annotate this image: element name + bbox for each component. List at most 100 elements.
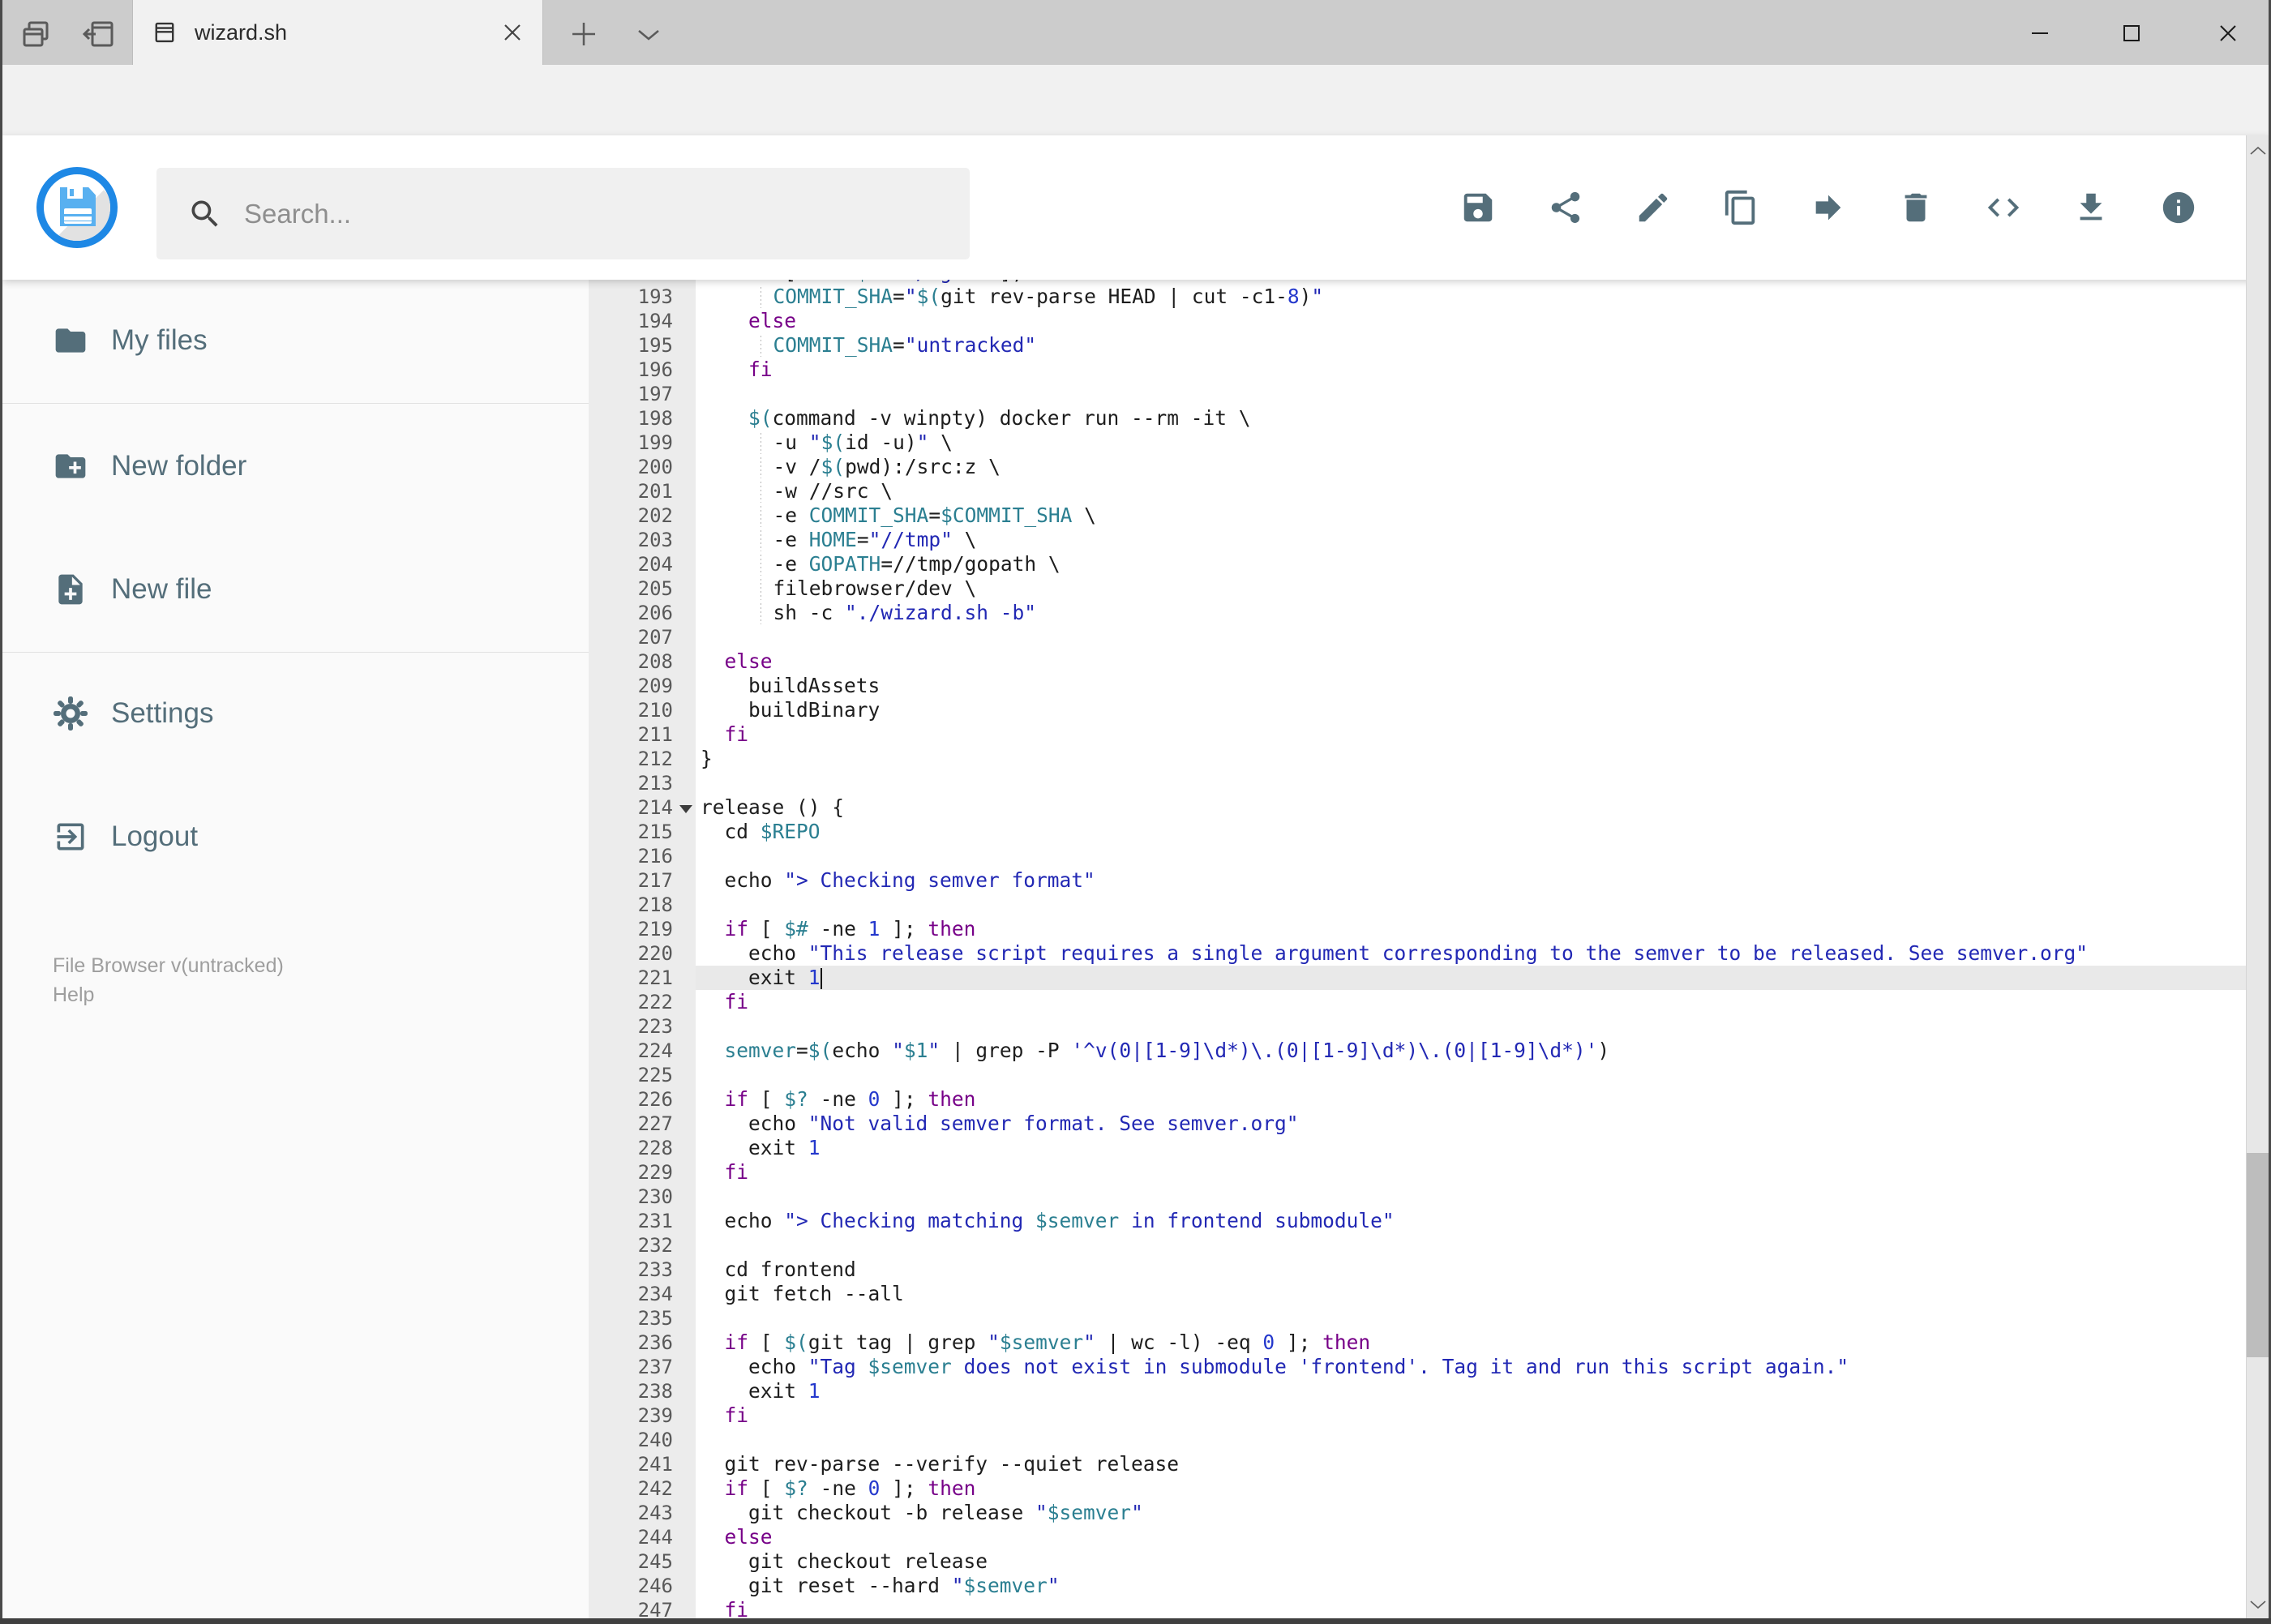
line-number: 222 (589, 990, 696, 1014)
line-number: 229 (589, 1160, 696, 1185)
line-number: 207 (589, 625, 696, 649)
line-number: 221 (589, 966, 696, 990)
line-number: 224 (589, 1039, 696, 1063)
new-file-icon (53, 572, 88, 607)
line-number: 233 (589, 1258, 696, 1282)
line-number: 231 (589, 1209, 696, 1233)
code-view-button[interactable] (1985, 189, 2022, 226)
filebrowser-logo[interactable] (36, 167, 118, 248)
download-button[interactable] (2072, 189, 2110, 226)
code-line: 240 (589, 1428, 2246, 1452)
code-line: 212} (589, 747, 2246, 771)
code-line: 227 echo "Not valid semver format. See s… (589, 1112, 2246, 1136)
fold-arrow-icon[interactable] (679, 805, 692, 813)
help-link[interactable]: Help (53, 983, 94, 1007)
info-button[interactable] (2160, 189, 2197, 226)
code-line-text: echo "> Checking matching $semver in fro… (724, 1209, 1395, 1232)
code-line: 246 git reset --hard "$semver" (589, 1574, 2246, 1598)
text-cursor (820, 968, 822, 989)
copy-button[interactable] (1722, 189, 1759, 226)
tab-list-chevron-icon[interactable] (632, 21, 665, 49)
sidebar-item-new-file[interactable]: New file (2, 545, 589, 634)
line-number: 216 (589, 844, 696, 868)
scroll-down-icon[interactable] (2247, 1592, 2269, 1617)
scrollbar-thumb[interactable] (2247, 1153, 2269, 1357)
line-number: 244 (589, 1525, 696, 1549)
line-number: 234 (589, 1282, 696, 1306)
code-line: 193 COMMIT_SHA="$(git rev-parse HEAD | c… (589, 285, 2246, 309)
code-line: 219 if [ $# -ne 1 ]; then (589, 917, 2246, 941)
tab-close-icon[interactable] (500, 20, 525, 45)
code-line-text: else (724, 1525, 773, 1549)
code-line-text: fi (724, 1160, 749, 1184)
line-number: 245 (589, 1549, 696, 1574)
code-line-text: release () { (701, 795, 845, 819)
delete-button[interactable] (1897, 189, 1935, 226)
line-number: 230 (589, 1185, 696, 1209)
sidebar-item-label: New folder (111, 450, 247, 482)
scroll-up-icon[interactable] (2247, 139, 2269, 163)
edit-button[interactable] (1635, 189, 1672, 226)
code-line: 218 (589, 893, 2246, 917)
sidebar-item-label: Settings (111, 697, 214, 729)
line-number: 219 (589, 917, 696, 941)
sidebar-item-my-files[interactable]: My files (2, 296, 589, 385)
code-line: 199 -u "$(id -u)" \ (589, 431, 2246, 455)
code-line: 225 (589, 1063, 2246, 1087)
save-button[interactable] (1459, 189, 1497, 226)
page-scrollbar[interactable] (2246, 135, 2269, 1618)
code-line: 207 (589, 625, 2246, 649)
code-line-text: fi (724, 722, 749, 746)
code-line: 242 if [ $? -ne 0 ]; then (589, 1476, 2246, 1501)
line-number: 223 (589, 1014, 696, 1039)
code-line: 234 git fetch --all (589, 1282, 2246, 1306)
tab-wizard-sh[interactable]: wizard.sh (132, 0, 543, 65)
line-number: 247 (589, 1598, 696, 1618)
code-editor[interactable]: 192 if [ -d "$REPO/.git" ]; then193 COMM… (589, 280, 2246, 1618)
code-line-text: -e COMMIT_SHA=$COMMIT_SHA \ (696, 503, 2246, 528)
app-version-text: File Browser v(untracked) (53, 954, 284, 977)
window-border-bottom (0, 1618, 2271, 1624)
tab-preview-icon[interactable] (19, 16, 55, 52)
code-line: 229 fi (589, 1160, 2246, 1185)
close-button[interactable] (2192, 15, 2265, 52)
sidebar-item-label: Logout (111, 821, 199, 852)
code-line-text: exit 1 (748, 1379, 821, 1403)
sidebar-item-new-folder[interactable]: New folder (2, 422, 589, 511)
code-line: 208 else (589, 649, 2246, 674)
line-number: 203 (589, 528, 696, 552)
new-tab-icon[interactable] (568, 18, 600, 50)
code-line: 235 (589, 1306, 2246, 1330)
code-line: 197 (589, 382, 2246, 406)
set-tabs-aside-icon[interactable] (81, 16, 117, 52)
code-line-text (696, 1063, 2246, 1087)
code-line: 243 git checkout -b release "$semver" (589, 1501, 2246, 1525)
code-line-text (696, 625, 2246, 649)
move-button[interactable] (1810, 189, 1847, 226)
line-number: 238 (589, 1379, 696, 1403)
line-number: 215 (589, 820, 696, 844)
code-line-text: } (701, 747, 713, 770)
search-input[interactable]: Search... (156, 168, 970, 259)
line-number: 200 (589, 455, 696, 479)
line-number: 212 (589, 747, 696, 771)
code-line: 196 fi (589, 358, 2246, 382)
code-line: 215 cd $REPO (589, 820, 2246, 844)
code-line-text: else (748, 309, 797, 332)
code-line: 216 (589, 844, 2246, 868)
window-border-left (0, 0, 2, 1624)
code-line-text: if [ $# -ne 1 ]; then (724, 917, 976, 941)
code-line-text: filebrowser/dev \ (696, 576, 2246, 601)
line-number: 242 (589, 1476, 696, 1501)
share-button[interactable] (1547, 189, 1584, 226)
code-line: 200 -v /$(pwd):/src:z \ (589, 455, 2246, 479)
code-line-text: else (724, 649, 773, 673)
sidebar-item-logout[interactable]: Logout (2, 792, 589, 881)
minimize-button[interactable] (2003, 15, 2076, 52)
code-line-text: $(command -v winpty) docker run --rm -it… (748, 406, 1251, 430)
line-number: 193 (589, 285, 696, 309)
line-number: 239 (589, 1403, 696, 1428)
sidebar-item-settings[interactable]: Settings (2, 669, 589, 758)
editor-toolbar (1459, 135, 2197, 280)
maximize-button[interactable] (2095, 15, 2168, 52)
